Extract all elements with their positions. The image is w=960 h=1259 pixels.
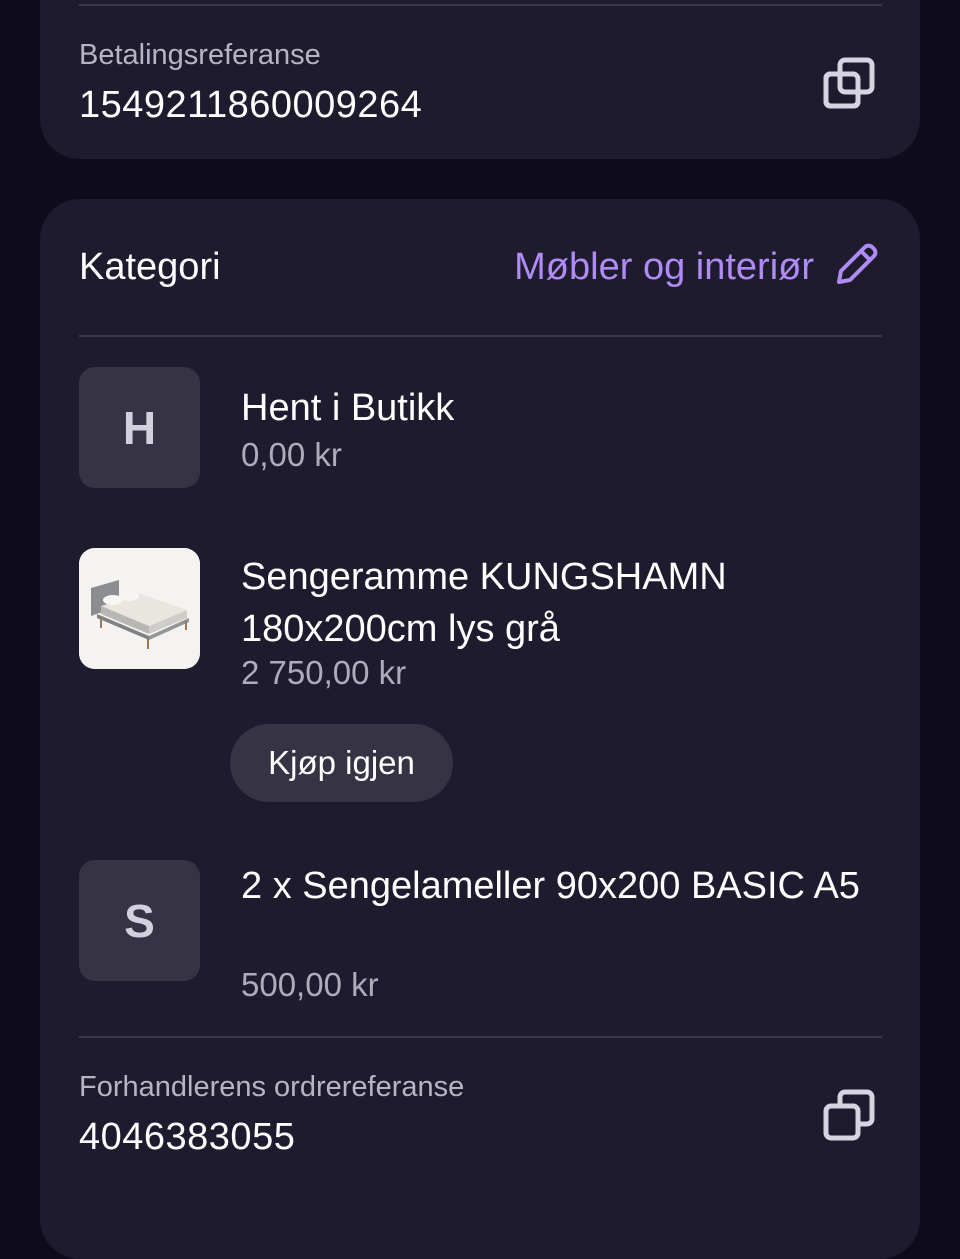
- item-initial-avatar: S: [79, 860, 200, 981]
- item-title: 2 x Sengelameller 90x200 BASIC A5: [241, 865, 860, 907]
- copy-icon: [823, 1089, 875, 1141]
- item-title: Sengeramme KUNGSHAMN 180x200cm lys grå: [241, 556, 727, 650]
- item-price: 2 750,00 kr: [241, 654, 407, 691]
- pencil-icon: [837, 243, 878, 284]
- item-initial-avatar: H: [79, 367, 200, 488]
- category-value[interactable]: Møbler og interiør: [514, 246, 814, 289]
- copy-payment-reference-button[interactable]: [822, 54, 882, 114]
- edit-category-button[interactable]: [830, 237, 884, 291]
- payment-reference-card: Betalingsreferanse 1549211860009264: [40, 0, 920, 159]
- dealer-reference-label: Forhandlerens ordrereferanse: [79, 1071, 465, 1103]
- dealer-reference-value: 4046383055: [79, 1116, 296, 1158]
- copy-icon: [823, 57, 875, 109]
- payment-reference-label: Betalingsreferanse: [79, 39, 321, 71]
- divider: [79, 1036, 882, 1038]
- item-price: 500,00 kr: [241, 966, 379, 1003]
- order-details-card: Kategori Møbler og interiør H Hent i But…: [40, 199, 920, 1259]
- bed-illustration: [79, 548, 200, 669]
- divider: [79, 4, 882, 6]
- item-price: 0,00 kr: [241, 436, 342, 473]
- payment-reference-value: 1549211860009264: [79, 84, 423, 126]
- bed-frame-photo: [79, 548, 200, 669]
- divider: [79, 335, 882, 337]
- copy-dealer-reference-button[interactable]: [822, 1086, 882, 1146]
- item-title: Hent i Butikk: [241, 387, 455, 429]
- buy-again-button[interactable]: Kjøp igjen: [230, 724, 453, 802]
- category-label: Kategori: [79, 246, 221, 288]
